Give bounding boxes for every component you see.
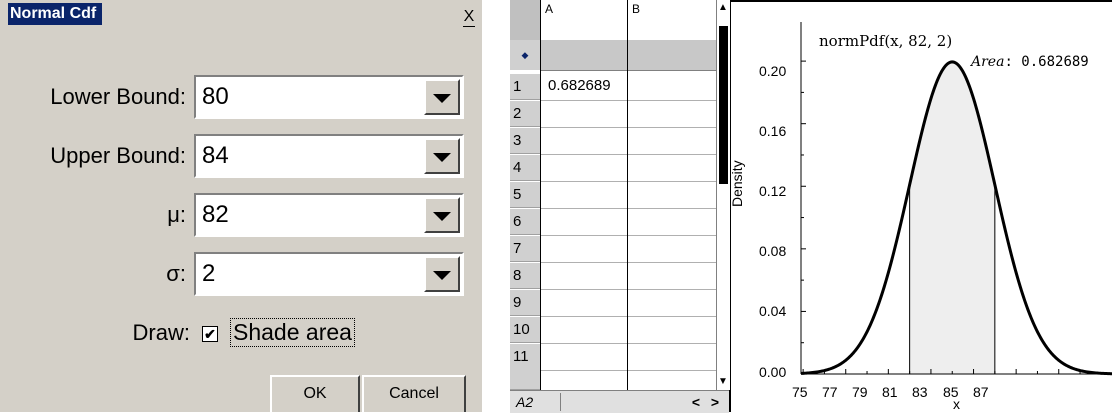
- y-tick-label: 0.08: [759, 243, 787, 259]
- scroll-down-icon[interactable]: ▼: [718, 376, 728, 387]
- sigma-field[interactable]: 2: [194, 252, 464, 296]
- mu-field[interactable]: 82: [194, 193, 464, 237]
- column-header-a[interactable]: A: [540, 0, 627, 41]
- mu-label: μ:: [167, 202, 186, 227]
- row-number[interactable]: 8: [510, 263, 540, 289]
- mu-dropdown-button[interactable]: [424, 197, 460, 233]
- x-tick-label: 77: [822, 384, 838, 400]
- row-number[interactable]: 2: [510, 101, 540, 127]
- area-label-key: Area: [971, 54, 1005, 70]
- row-gridline: [540, 316, 716, 317]
- row-gridline: [540, 181, 716, 182]
- x-tick-label: 81: [882, 384, 898, 400]
- upper-bound-value[interactable]: 84: [202, 142, 229, 170]
- diamond-icon: ◆: [510, 40, 540, 70]
- y-tick-label: 0.16: [759, 123, 787, 139]
- cell-reference: A2: [512, 393, 561, 411]
- cell-a1[interactable]: 0.682689: [548, 77, 611, 94]
- y-tick-label: 0.00: [759, 364, 787, 380]
- row-gridline: [540, 343, 716, 344]
- x-tick-label: 85: [943, 384, 959, 400]
- row-gridline: [540, 127, 716, 128]
- mu-value[interactable]: 82: [202, 201, 229, 229]
- chevron-down-icon: [433, 94, 451, 103]
- row-number[interactable]: 5: [510, 182, 540, 208]
- sigma-dropdown-button[interactable]: [424, 256, 460, 292]
- lower-bound-dropdown-button[interactable]: [424, 79, 460, 115]
- upper-bound-label: Upper Bound:: [50, 143, 186, 168]
- scroll-up-icon[interactable]: ▲: [718, 2, 728, 13]
- lower-bound-label: Lower Bound:: [50, 84, 186, 109]
- normal-cdf-dialog: Normal Cdf X Lower Bound: 80 Upper Bound…: [0, 0, 482, 412]
- cancel-button[interactable]: Cancel: [362, 375, 466, 412]
- column-divider: [627, 0, 628, 390]
- row-number[interactable]: 9: [510, 290, 540, 316]
- dialog-title: Normal Cdf: [8, 3, 103, 25]
- y-tick-label: 0.20: [759, 63, 787, 79]
- row-gridline: [540, 289, 716, 290]
- row-number[interactable]: 1: [510, 74, 540, 100]
- chevron-down-icon: [433, 212, 451, 221]
- row-number[interactable]: 10: [510, 317, 540, 343]
- column-header-b[interactable]: B: [627, 0, 716, 41]
- row-number[interactable]: 6: [510, 209, 540, 235]
- formula-row[interactable]: [540, 40, 716, 71]
- function-label: normPdf(x, 82, 2): [819, 32, 953, 50]
- row-gridline: [540, 208, 716, 209]
- dialog-titlebar: Normal Cdf X: [0, 0, 482, 30]
- area-value: : 0.682689: [1004, 54, 1089, 70]
- row-number[interactable]: 3: [510, 128, 540, 154]
- sigma-value[interactable]: 2: [202, 260, 215, 288]
- column-divider: [540, 0, 541, 390]
- sheet-corner: [510, 0, 540, 40]
- y-axis-label: Density: [729, 160, 745, 207]
- y-tick-label: 0.12: [759, 183, 787, 199]
- shade-area-label[interactable]: Shade area: [230, 318, 355, 347]
- row-number[interactable]: 4: [510, 155, 540, 181]
- lower-bound-value[interactable]: 80: [202, 83, 229, 111]
- row-gridline: [540, 370, 716, 371]
- spreadsheet: A B ◆ 1 2 3 4 5 6 7 8 9 10 11 0.682689 ▲…: [510, 0, 731, 413]
- column-a-label: A: [545, 2, 554, 16]
- chevron-right-icon[interactable]: >: [707, 394, 723, 410]
- upper-bound-field[interactable]: 84: [194, 134, 464, 178]
- x-tick-label: 87: [973, 384, 989, 400]
- shaded-area: [909, 61, 995, 374]
- row-gridline: [540, 235, 716, 236]
- x-tick-label: 75: [792, 384, 808, 400]
- row-gridline: [540, 154, 716, 155]
- scrollbar-thumb[interactable]: [719, 26, 728, 184]
- chevron-left-icon[interactable]: <: [688, 394, 704, 410]
- column-b-label: B: [632, 2, 641, 16]
- x-tick-label: 83: [912, 384, 928, 400]
- shade-area-checkbox[interactable]: ✔: [202, 326, 218, 342]
- lower-bound-field[interactable]: 80: [194, 75, 464, 119]
- row-number[interactable]: 7: [510, 236, 540, 262]
- draw-label: Draw:: [132, 320, 190, 345]
- area-label: Area: 0.682689: [971, 54, 1089, 70]
- density-graph: normPdf(x, 82, 2) Area: 0.682689 Density…: [729, 0, 1112, 412]
- sigma-label: σ:: [166, 261, 186, 286]
- chevron-down-icon: [433, 153, 451, 162]
- upper-bound-dropdown-button[interactable]: [424, 138, 460, 174]
- row-number[interactable]: 11: [510, 344, 540, 390]
- close-icon[interactable]: X: [462, 9, 476, 27]
- sheet-status-bar: A2 < >: [510, 390, 729, 413]
- x-tick-label: 79: [852, 384, 868, 400]
- chevron-down-icon: [433, 271, 451, 280]
- row-gridline: [540, 100, 716, 101]
- vertical-scrollbar[interactable]: ▲ ▼: [716, 0, 730, 390]
- ok-button[interactable]: OK: [270, 375, 360, 412]
- row-gridline: [540, 262, 716, 263]
- y-tick-label: 0.04: [759, 303, 787, 319]
